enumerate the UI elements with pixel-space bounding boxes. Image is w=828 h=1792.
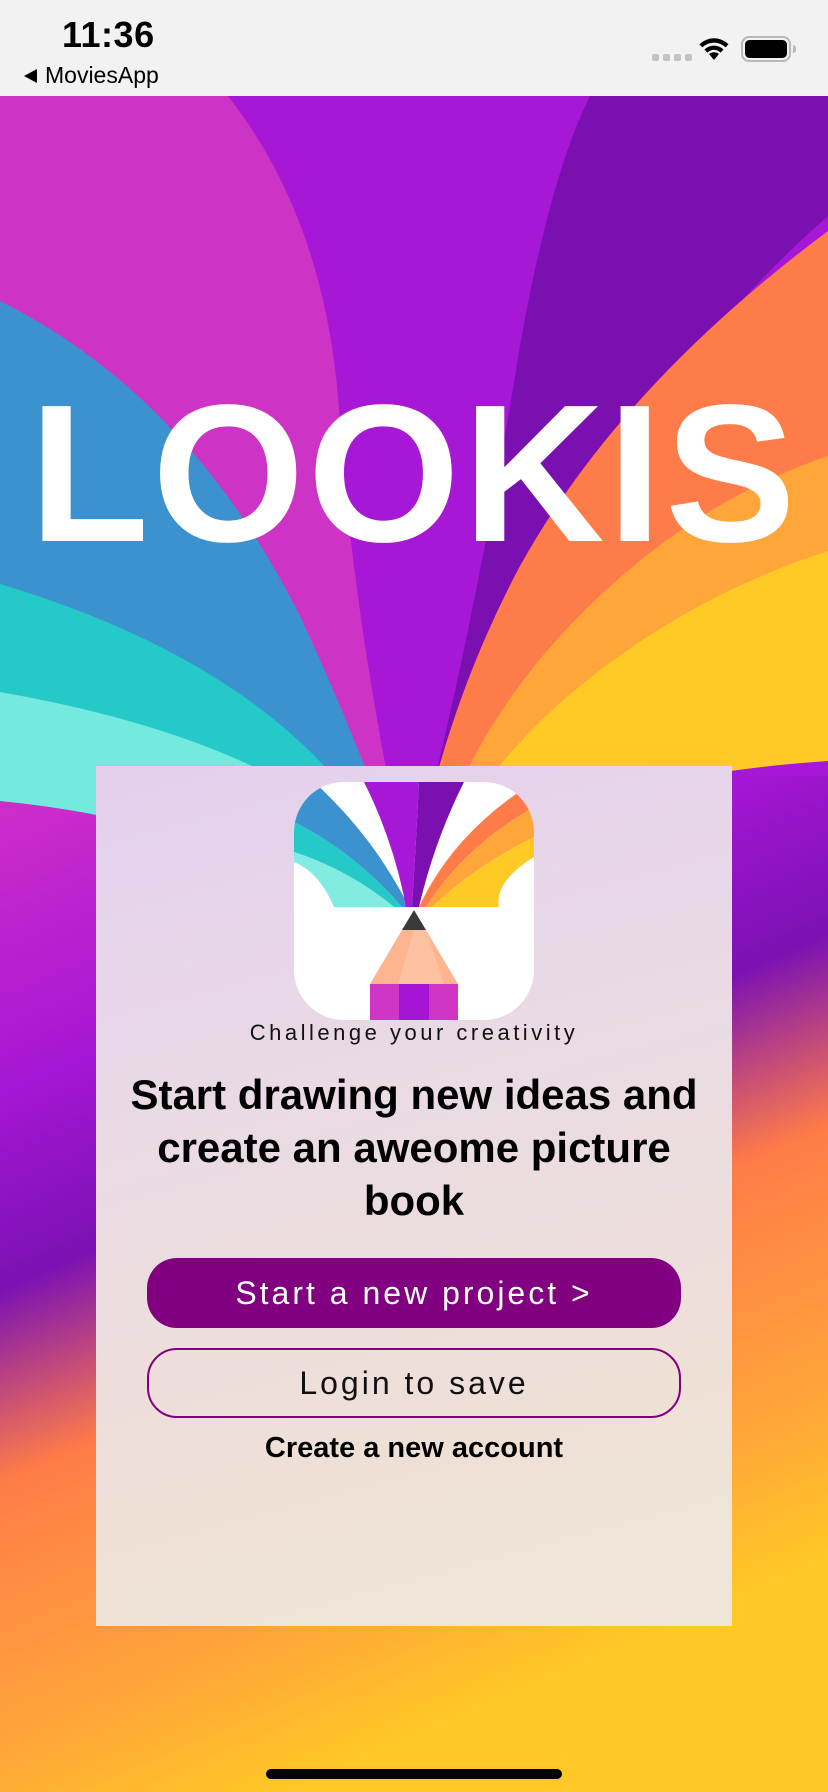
status-bar: 11:36 MoviesApp [0,0,828,96]
back-arrow-icon [24,68,37,83]
home-indicator[interactable] [266,1769,562,1779]
signal-icon [652,54,692,61]
create-account-link[interactable]: Create a new account [96,1432,732,1465]
lookis-logo-text: LOOKIS [29,364,799,583]
headline: Start drawing new ideas and create an aw… [130,1071,698,1224]
back-link-label: MoviesApp [45,62,159,88]
back-to-app-link[interactable]: MoviesApp [24,62,159,89]
tagline: Challenge your creativity [249,1020,579,1045]
login-to-save-button[interactable]: Login to save [147,1348,681,1418]
pencil-icon [294,782,534,1020]
status-time: 11:36 [62,14,155,55]
app-icon [294,782,534,1020]
wifi-icon [699,38,729,60]
start-new-project-button[interactable]: Start a new project > [147,1258,681,1328]
battery-icon [741,36,796,62]
